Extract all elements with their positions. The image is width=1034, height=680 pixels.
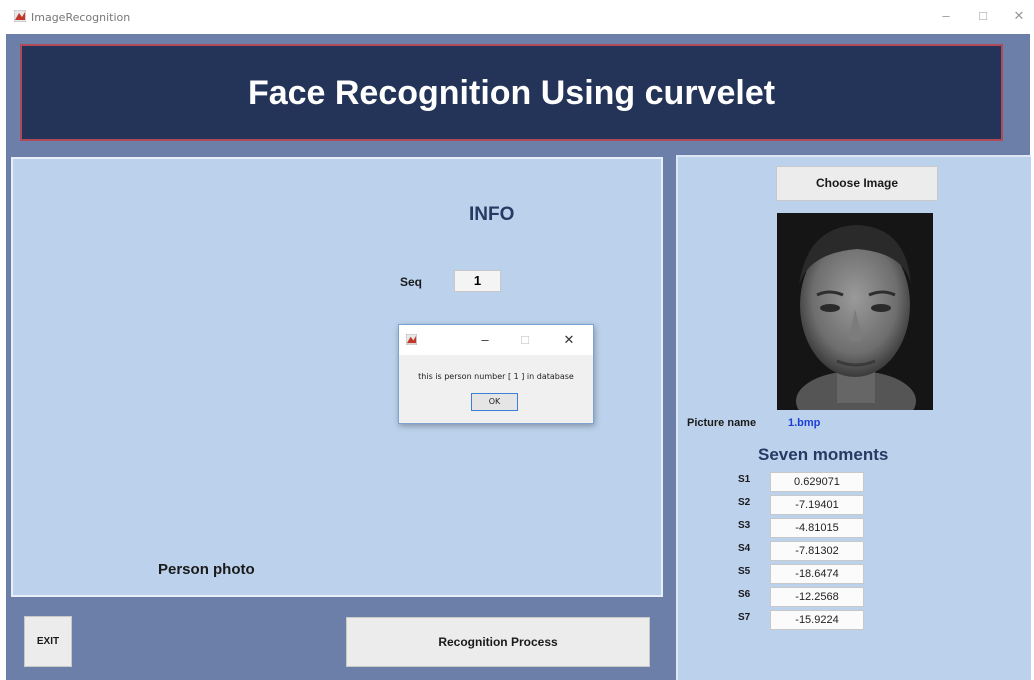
face-image bbox=[777, 213, 933, 410]
moment-label: S7 bbox=[738, 612, 751, 623]
close-button[interactable]: ✕ bbox=[1008, 6, 1030, 26]
message-dialog: – □ ✕ this is person number [ 1 ] in dat… bbox=[398, 324, 594, 424]
moment-row: S2 -7.19401 bbox=[738, 495, 868, 515]
moment-label: S1 bbox=[738, 474, 751, 485]
moment-row: S4 -7.81302 bbox=[738, 541, 868, 561]
minimize-button[interactable]: – bbox=[935, 6, 957, 26]
maximize-button[interactable]: □ bbox=[972, 6, 994, 26]
page-title: Face Recognition Using curvelet bbox=[247, 74, 776, 112]
image-panel: Choose Image Picture name 1.bmp Seven mo… bbox=[676, 155, 1031, 680]
picture-name-label: Picture name bbox=[687, 417, 757, 429]
window-title: ImageRecognition bbox=[31, 11, 131, 24]
dialog-minimize-button[interactable]: – bbox=[475, 330, 495, 350]
seq-label: Seq bbox=[400, 275, 423, 289]
recognition-process-button[interactable]: Recognition Process bbox=[346, 617, 650, 667]
person-photo-label: Person photo bbox=[158, 561, 255, 578]
moment-row: S3 -4.81015 bbox=[738, 518, 868, 538]
matlab-icon bbox=[406, 334, 417, 345]
dialog-message: this is person number [ 1 ] in database bbox=[418, 372, 574, 381]
app-client-area: Face Recognition Using curvelet INFO Seq… bbox=[6, 34, 1031, 680]
moment-value-field[interactable]: -18.6474 bbox=[770, 564, 864, 584]
moment-row: S1 0.629071 bbox=[738, 472, 868, 492]
moment-label: S3 bbox=[738, 520, 751, 531]
window-titlebar: ImageRecognition – □ ✕ bbox=[0, 0, 1034, 34]
moment-label: S5 bbox=[738, 566, 751, 577]
moment-row: S6 -12.2568 bbox=[738, 587, 868, 607]
moment-value-field[interactable]: -4.81015 bbox=[770, 518, 864, 538]
matlab-icon bbox=[14, 10, 26, 22]
moment-value-field[interactable]: -15.9224 bbox=[770, 610, 864, 630]
seq-value-field[interactable]: 1 bbox=[454, 270, 501, 292]
moment-label: S6 bbox=[738, 589, 751, 600]
moment-value-field[interactable]: -7.81302 bbox=[770, 541, 864, 561]
dialog-maximize-button: □ bbox=[521, 332, 529, 347]
moment-label: S4 bbox=[738, 543, 751, 554]
dialog-close-button[interactable]: ✕ bbox=[559, 330, 579, 350]
moment-row: S5 -18.6474 bbox=[738, 564, 868, 584]
moment-value-field[interactable]: -7.19401 bbox=[770, 495, 864, 515]
moment-row: S7 -15.9224 bbox=[738, 610, 868, 630]
choose-image-button[interactable]: Choose Image bbox=[776, 166, 938, 201]
moment-label: S2 bbox=[738, 497, 751, 508]
seven-moments-title: Seven moments bbox=[758, 445, 889, 464]
face-photo-illustration bbox=[777, 213, 933, 410]
header-banner: Face Recognition Using curvelet bbox=[20, 44, 1003, 141]
exit-button[interactable]: EXIT bbox=[24, 616, 72, 667]
moment-value-field[interactable]: -12.2568 bbox=[770, 587, 864, 607]
info-title: INFO bbox=[469, 204, 515, 225]
moment-value-field[interactable]: 0.629071 bbox=[770, 472, 864, 492]
dialog-titlebar: – □ ✕ bbox=[399, 325, 593, 355]
picture-name-value: 1.bmp bbox=[788, 417, 821, 429]
ok-button[interactable]: OK bbox=[471, 393, 518, 411]
